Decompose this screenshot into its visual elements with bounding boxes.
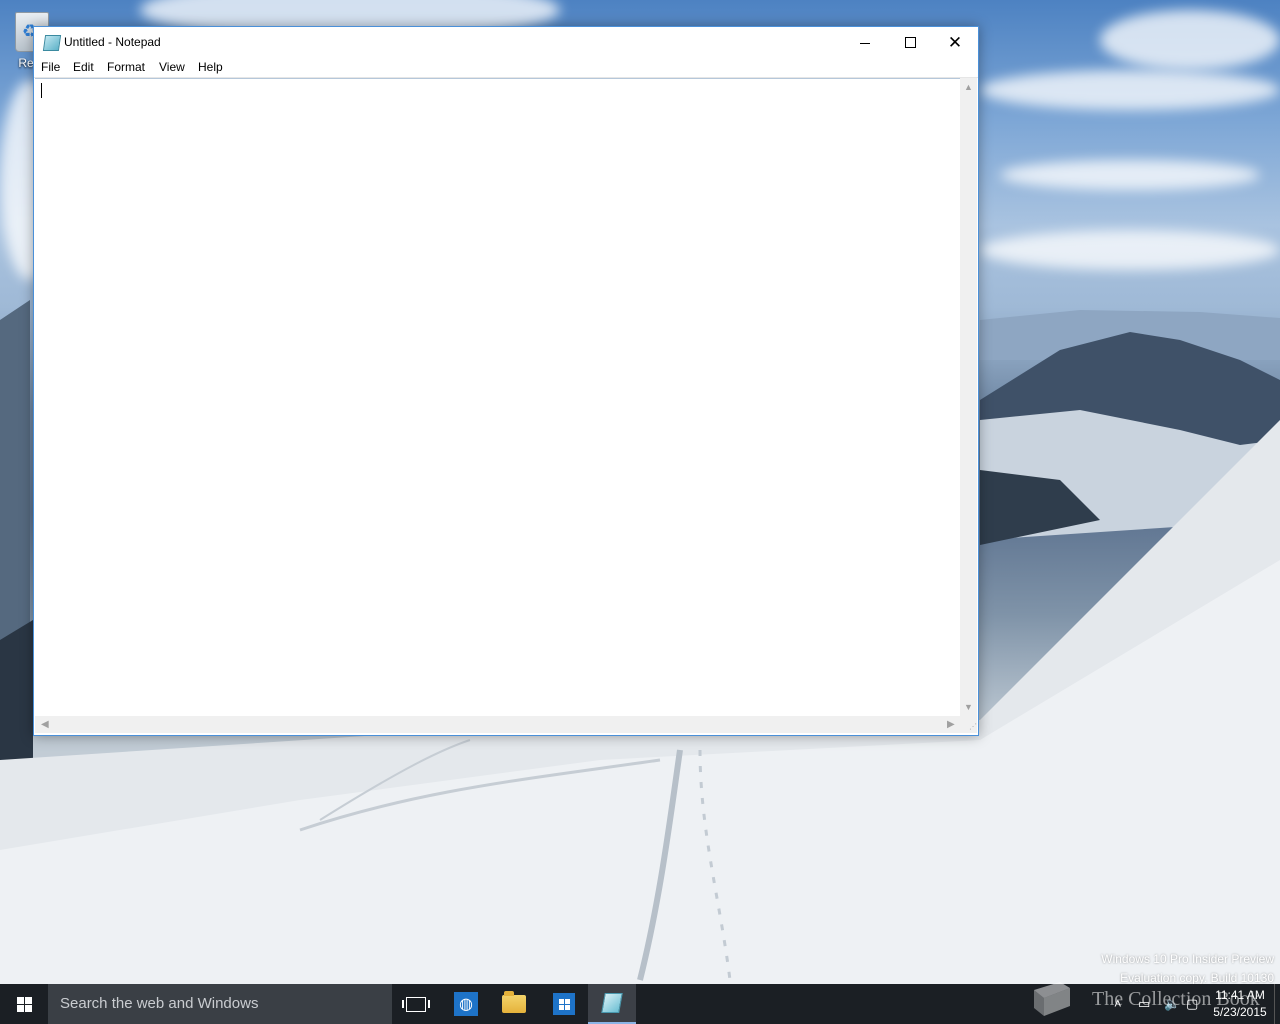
taskbar-store[interactable]: [540, 984, 588, 1024]
menu-help[interactable]: Help: [198, 60, 223, 74]
title-bar[interactable]: Untitled - Notepad ✕: [34, 27, 978, 57]
menu-format[interactable]: Format: [107, 60, 145, 74]
horizontal-scrollbar[interactable]: ◀ ▶: [35, 716, 960, 733]
notepad-window[interactable]: Untitled - Notepad ✕ File Edit Format Vi…: [33, 26, 979, 736]
book-logo-icon: [1034, 982, 1070, 1016]
search-placeholder: Search the web and Windows: [60, 995, 259, 1012]
taskbar-search-box[interactable]: Search the web and Windows: [48, 984, 392, 1024]
resize-grip-icon[interactable]: ⋰: [960, 716, 977, 733]
show-desktop-button[interactable]: [1274, 984, 1280, 1024]
task-view-icon: [402, 996, 430, 1012]
brand-text: The Collection Book: [1092, 988, 1260, 1010]
maximize-icon: [904, 36, 916, 48]
minimize-icon: [860, 42, 870, 44]
minimize-button[interactable]: [842, 27, 888, 57]
vertical-scrollbar[interactable]: ▲ ▼: [960, 78, 977, 716]
menu-view[interactable]: View: [159, 60, 185, 74]
menu-edit[interactable]: Edit: [73, 60, 94, 74]
taskbar-browser[interactable]: ◍: [442, 984, 490, 1024]
menu-bar: File Edit Format View Help: [34, 57, 978, 78]
taskbar-notepad[interactable]: [588, 984, 636, 1024]
scroll-down-arrow-icon[interactable]: ▼: [964, 702, 973, 712]
watermark-line-edition: Windows 10 Pro Insider Preview: [1101, 952, 1274, 966]
window-title: Untitled - Notepad: [64, 35, 161, 49]
notepad-app-icon[interactable]: [42, 35, 62, 51]
scroll-up-arrow-icon[interactable]: ▲: [964, 82, 973, 92]
scroll-right-arrow-icon[interactable]: ▶: [947, 719, 955, 730]
notepad-icon: [601, 993, 623, 1013]
brand-watermark: The Collection Book: [1030, 978, 1270, 1024]
text-caret: [41, 83, 42, 98]
maximize-button[interactable]: [887, 27, 933, 57]
taskbar-file-explorer[interactable]: [490, 984, 538, 1024]
close-icon: ✕: [947, 32, 963, 52]
task-view-button[interactable]: [392, 984, 440, 1024]
browser-icon: ◍: [454, 992, 478, 1016]
scroll-left-arrow-icon[interactable]: ◀: [41, 719, 49, 730]
close-button[interactable]: ✕: [932, 27, 978, 57]
text-editor-area[interactable]: [35, 78, 960, 717]
menu-file[interactable]: File: [41, 60, 60, 74]
desktop: Recy Untitled - Notepad ✕ File Edit Form…: [0, 0, 1280, 1024]
store-icon: [553, 993, 575, 1015]
windows-logo-icon: [16, 996, 32, 1012]
start-button[interactable]: [0, 984, 48, 1024]
file-explorer-icon: [502, 991, 526, 1013]
